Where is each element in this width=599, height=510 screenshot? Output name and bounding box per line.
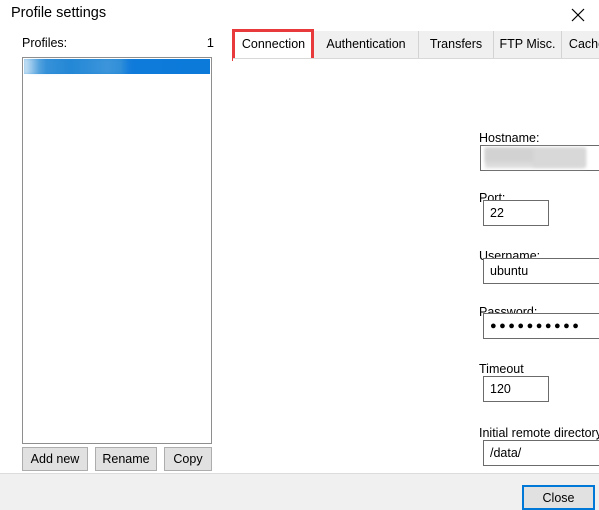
tab-connection[interactable]: Connection — [233, 31, 313, 59]
timeout-label: Timeout — [479, 362, 524, 376]
tab-ftp-misc[interactable]: FTP Misc. — [493, 31, 561, 59]
window-title: Profile settings — [11, 5, 107, 21]
password-input[interactable]: ●●●●●●●●●● — [483, 313, 599, 339]
copy-button[interactable]: Copy — [164, 447, 212, 471]
profiles-listbox[interactable] — [22, 57, 212, 444]
tab-authentication[interactable]: Authentication — [313, 31, 418, 59]
close-button[interactable]: Close — [522, 485, 595, 510]
title-bar: Profile settings — [0, 0, 599, 30]
connection-tab-panel: Hostname: Connection type: SFTP Port: 22… — [233, 58, 599, 473]
dialog-footer — [0, 473, 599, 510]
tab-transfers[interactable]: Transfers — [418, 31, 493, 59]
timeout-input[interactable]: 120 — [483, 376, 549, 402]
username-input[interactable]: ubuntu — [483, 258, 599, 284]
initial-remote-directory-label: Initial remote directory: — [479, 426, 599, 440]
profiles-count: 1 — [206, 35, 214, 50]
hostname-label: Hostname: — [479, 131, 540, 145]
redacted-overlay — [24, 59, 210, 74]
profiles-label: Profiles: — [22, 36, 68, 50]
redacted-hostname-overlay-2 — [533, 148, 586, 167]
initial-remote-directory-input[interactable]: /data/ — [483, 440, 599, 466]
tab-strip: Connection Authentication Transfers FTP … — [233, 31, 599, 59]
list-item[interactable] — [24, 59, 210, 74]
tab-cache[interactable]: Cache — [561, 31, 599, 59]
port-input[interactable]: 22 — [483, 200, 549, 226]
redacted-hostname-overlay-3 — [485, 148, 534, 162]
add-new-button[interactable]: Add new — [22, 447, 88, 471]
rename-button[interactable]: Rename — [95, 447, 157, 471]
close-x-icon[interactable] — [565, 3, 591, 27]
